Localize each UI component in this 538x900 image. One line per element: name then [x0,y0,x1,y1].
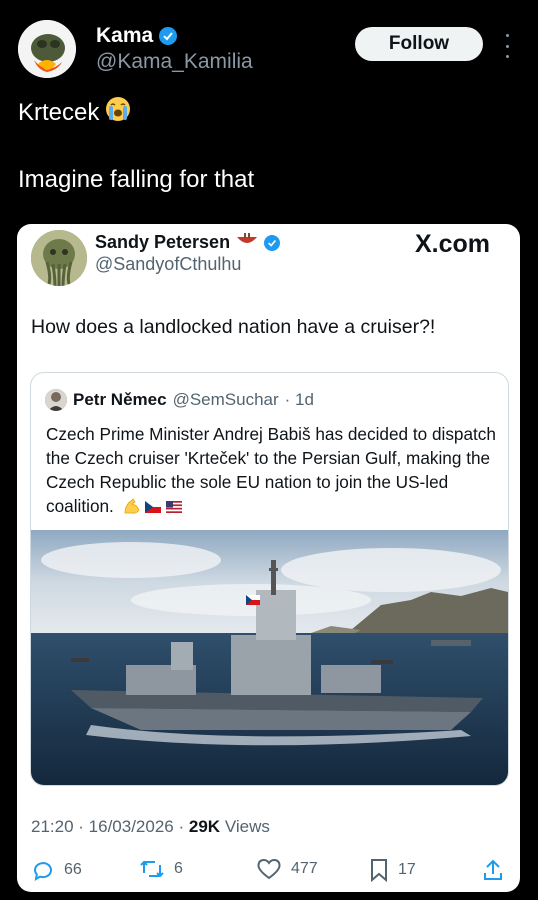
bookmark-count: 17 [398,861,416,878]
quoted-tweet-text: Czech Prime Minister Andrej Babiš has de… [46,422,506,521]
loudly-crying-emoji [105,96,131,129]
share-button[interactable] [482,858,504,882]
tweet-time: 21:20 [31,817,74,836]
quoted-author-avatar[interactable] [45,389,67,411]
views-label: Views [224,817,270,836]
quoted-text-body: Czech Prime Minister Andrej Babiš has de… [46,424,496,516]
author-name[interactable]: Kama [96,24,153,48]
tweet-text-line1: Krtecek [18,96,131,129]
author-handle[interactable]: @Kama_Kamilia [96,50,253,74]
quoted-author-handle[interactable]: @SemSuchar [173,390,279,410]
quoted-tweet[interactable]: Petr Němec @SemSuchar · 1d Czech Prime M… [30,372,509,786]
tweet-line1-text: Krtecek [18,98,100,126]
more-icon[interactable] [500,34,514,58]
embedded-author-name[interactable]: Sandy Petersen [95,232,230,253]
repost-count: 6 [174,860,183,877]
like-count: 477 [291,860,318,877]
tweet-text-line2: Imagine falling for that [18,166,255,193]
verified-icon [159,27,178,45]
x-com-logo[interactable]: X.com [415,230,490,259]
flexed-biceps-emoji [123,497,141,521]
tweet-date: 16/03/2026 [88,817,174,836]
embedded-tweet-card[interactable]: Sandy Petersen @SandyofCthulhu X.com How… [17,224,520,892]
us-flag-emoji [166,495,183,519]
reply-count: 66 [64,861,82,878]
follow-button[interactable]: Follow [355,27,483,61]
bookmark-button[interactable]: 17 [369,858,416,882]
bowl-emoji [236,233,258,252]
embedded-author-avatar[interactable] [31,230,87,286]
author-avatar[interactable] [18,20,76,78]
bookmark-icon [371,859,387,882]
embedded-tweet-text: How does a landlocked nation have a crui… [31,316,436,338]
like-icon [257,858,281,880]
reply-button[interactable]: 66 [31,858,82,882]
tweet-meta: 21:20 · 16/03/2026 · 29K Views [31,817,270,836]
repost-icon [140,860,164,878]
reply-icon [33,862,52,881]
like-button[interactable]: 477 [256,858,318,880]
repost-button[interactable]: 6 [139,858,183,880]
embedded-author-handle[interactable]: @SandyofCthulhu [95,254,241,275]
warship-photo[interactable] [31,530,508,785]
quoted-time: · 1d [284,390,314,409]
share-icon [484,859,502,880]
views-count: 29K [188,817,221,836]
czech-flag-emoji [145,495,162,519]
quoted-author-name[interactable]: Petr Němec [73,390,167,410]
verified-icon [264,234,281,251]
